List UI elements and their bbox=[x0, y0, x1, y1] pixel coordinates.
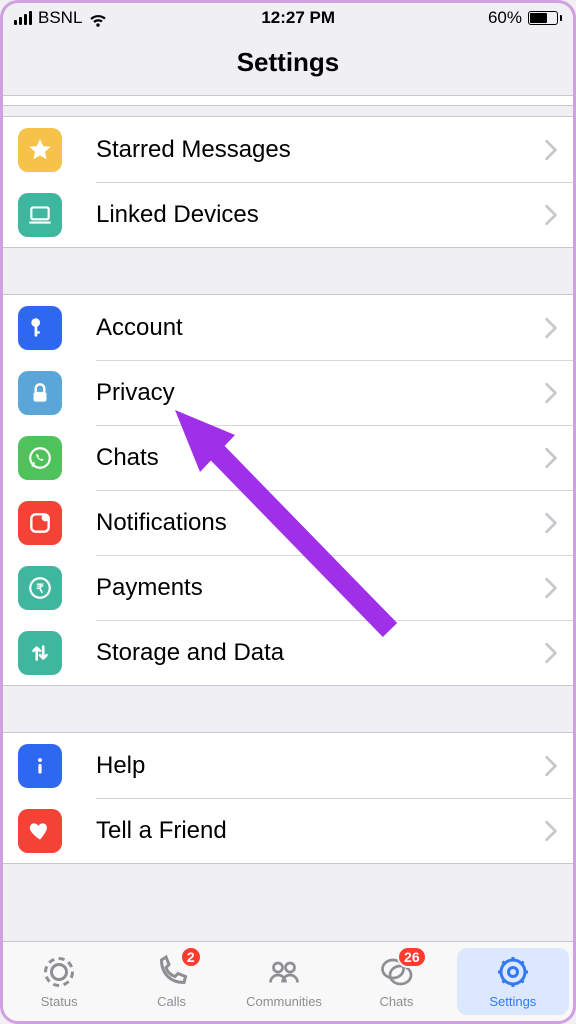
rupee-icon: ₹ bbox=[18, 566, 62, 610]
battery-icon bbox=[528, 11, 562, 25]
tab-calls[interactable]: 2 Calls bbox=[115, 942, 227, 1021]
tab-label: Communities bbox=[246, 994, 322, 1009]
tab-label: Chats bbox=[379, 994, 413, 1009]
page-title: Settings bbox=[237, 47, 340, 78]
whatsapp-icon bbox=[18, 436, 62, 480]
chevron-right-icon bbox=[544, 317, 558, 339]
svg-text:₹: ₹ bbox=[36, 581, 44, 595]
chevron-right-icon bbox=[544, 139, 558, 161]
tab-settings[interactable]: Settings bbox=[457, 948, 569, 1015]
tab-label: Settings bbox=[489, 994, 536, 1009]
notification-icon bbox=[18, 501, 62, 545]
row-account[interactable]: Account bbox=[0, 295, 576, 360]
carrier-label: BSNL bbox=[38, 8, 82, 28]
tab-status[interactable]: Status bbox=[3, 942, 115, 1021]
battery-percent: 60% bbox=[488, 8, 522, 28]
chevron-right-icon bbox=[544, 642, 558, 664]
gear-icon bbox=[495, 954, 531, 990]
chats-badge: 26 bbox=[397, 946, 427, 968]
row-help[interactable]: Help bbox=[0, 733, 576, 798]
row-label: Storage and Data bbox=[96, 639, 544, 667]
row-chats[interactable]: Chats bbox=[0, 425, 576, 490]
settings-group-1: Starred Messages Linked Devices bbox=[0, 116, 576, 248]
communities-icon bbox=[266, 954, 302, 990]
row-label: Starred Messages bbox=[96, 136, 544, 164]
settings-group-2: Account Privacy Chats Notifications bbox=[0, 294, 576, 686]
chevron-right-icon bbox=[544, 755, 558, 777]
row-notifications[interactable]: Notifications bbox=[0, 490, 576, 555]
settings-group-3: Help Tell a Friend bbox=[0, 732, 576, 864]
row-privacy[interactable]: Privacy bbox=[0, 360, 576, 425]
status-left: BSNL bbox=[14, 8, 108, 28]
row-payments[interactable]: ₹ Payments bbox=[0, 555, 576, 620]
status-time: 12:27 PM bbox=[261, 8, 335, 28]
wifi-icon bbox=[88, 8, 108, 28]
key-icon bbox=[18, 306, 62, 350]
row-label: Chats bbox=[96, 444, 544, 472]
row-linked-devices[interactable]: Linked Devices bbox=[0, 182, 576, 247]
row-starred-messages[interactable]: Starred Messages bbox=[0, 117, 576, 182]
calls-badge: 2 bbox=[180, 946, 202, 968]
tab-bar: Status 2 Calls Communities 26 Chats Sett… bbox=[3, 941, 573, 1021]
arrows-up-down-icon bbox=[18, 631, 62, 675]
star-icon bbox=[18, 128, 62, 172]
heart-icon bbox=[18, 809, 62, 853]
status-bar: BSNL 12:27 PM 60% bbox=[0, 0, 576, 30]
tab-communities[interactable]: Communities bbox=[228, 942, 340, 1021]
chevron-right-icon bbox=[544, 577, 558, 599]
previous-group-edge bbox=[0, 96, 576, 106]
chevron-right-icon bbox=[544, 382, 558, 404]
tab-label: Status bbox=[41, 994, 78, 1009]
row-label: Help bbox=[96, 752, 544, 780]
chevron-right-icon bbox=[544, 447, 558, 469]
laptop-icon bbox=[18, 193, 62, 237]
status-right: 60% bbox=[488, 8, 562, 28]
info-icon bbox=[18, 744, 62, 788]
chevron-right-icon bbox=[544, 512, 558, 534]
row-label: Notifications bbox=[96, 509, 544, 537]
row-label: Payments bbox=[96, 574, 544, 602]
status-icon bbox=[41, 954, 77, 990]
row-label: Account bbox=[96, 314, 544, 342]
tab-label: Calls bbox=[157, 994, 186, 1009]
settings-content: Starred Messages Linked Devices Account … bbox=[0, 96, 576, 864]
row-storage-data[interactable]: Storage and Data bbox=[0, 620, 576, 685]
row-label: Linked Devices bbox=[96, 201, 544, 229]
row-tell-a-friend[interactable]: Tell a Friend bbox=[0, 798, 576, 863]
chevron-right-icon bbox=[544, 820, 558, 842]
tab-chats[interactable]: 26 Chats bbox=[340, 942, 452, 1021]
chevron-right-icon bbox=[544, 204, 558, 226]
row-label: Privacy bbox=[96, 379, 544, 407]
lock-icon bbox=[18, 371, 62, 415]
signal-icon bbox=[14, 11, 32, 25]
header: Settings bbox=[0, 30, 576, 96]
row-label: Tell a Friend bbox=[96, 817, 544, 845]
